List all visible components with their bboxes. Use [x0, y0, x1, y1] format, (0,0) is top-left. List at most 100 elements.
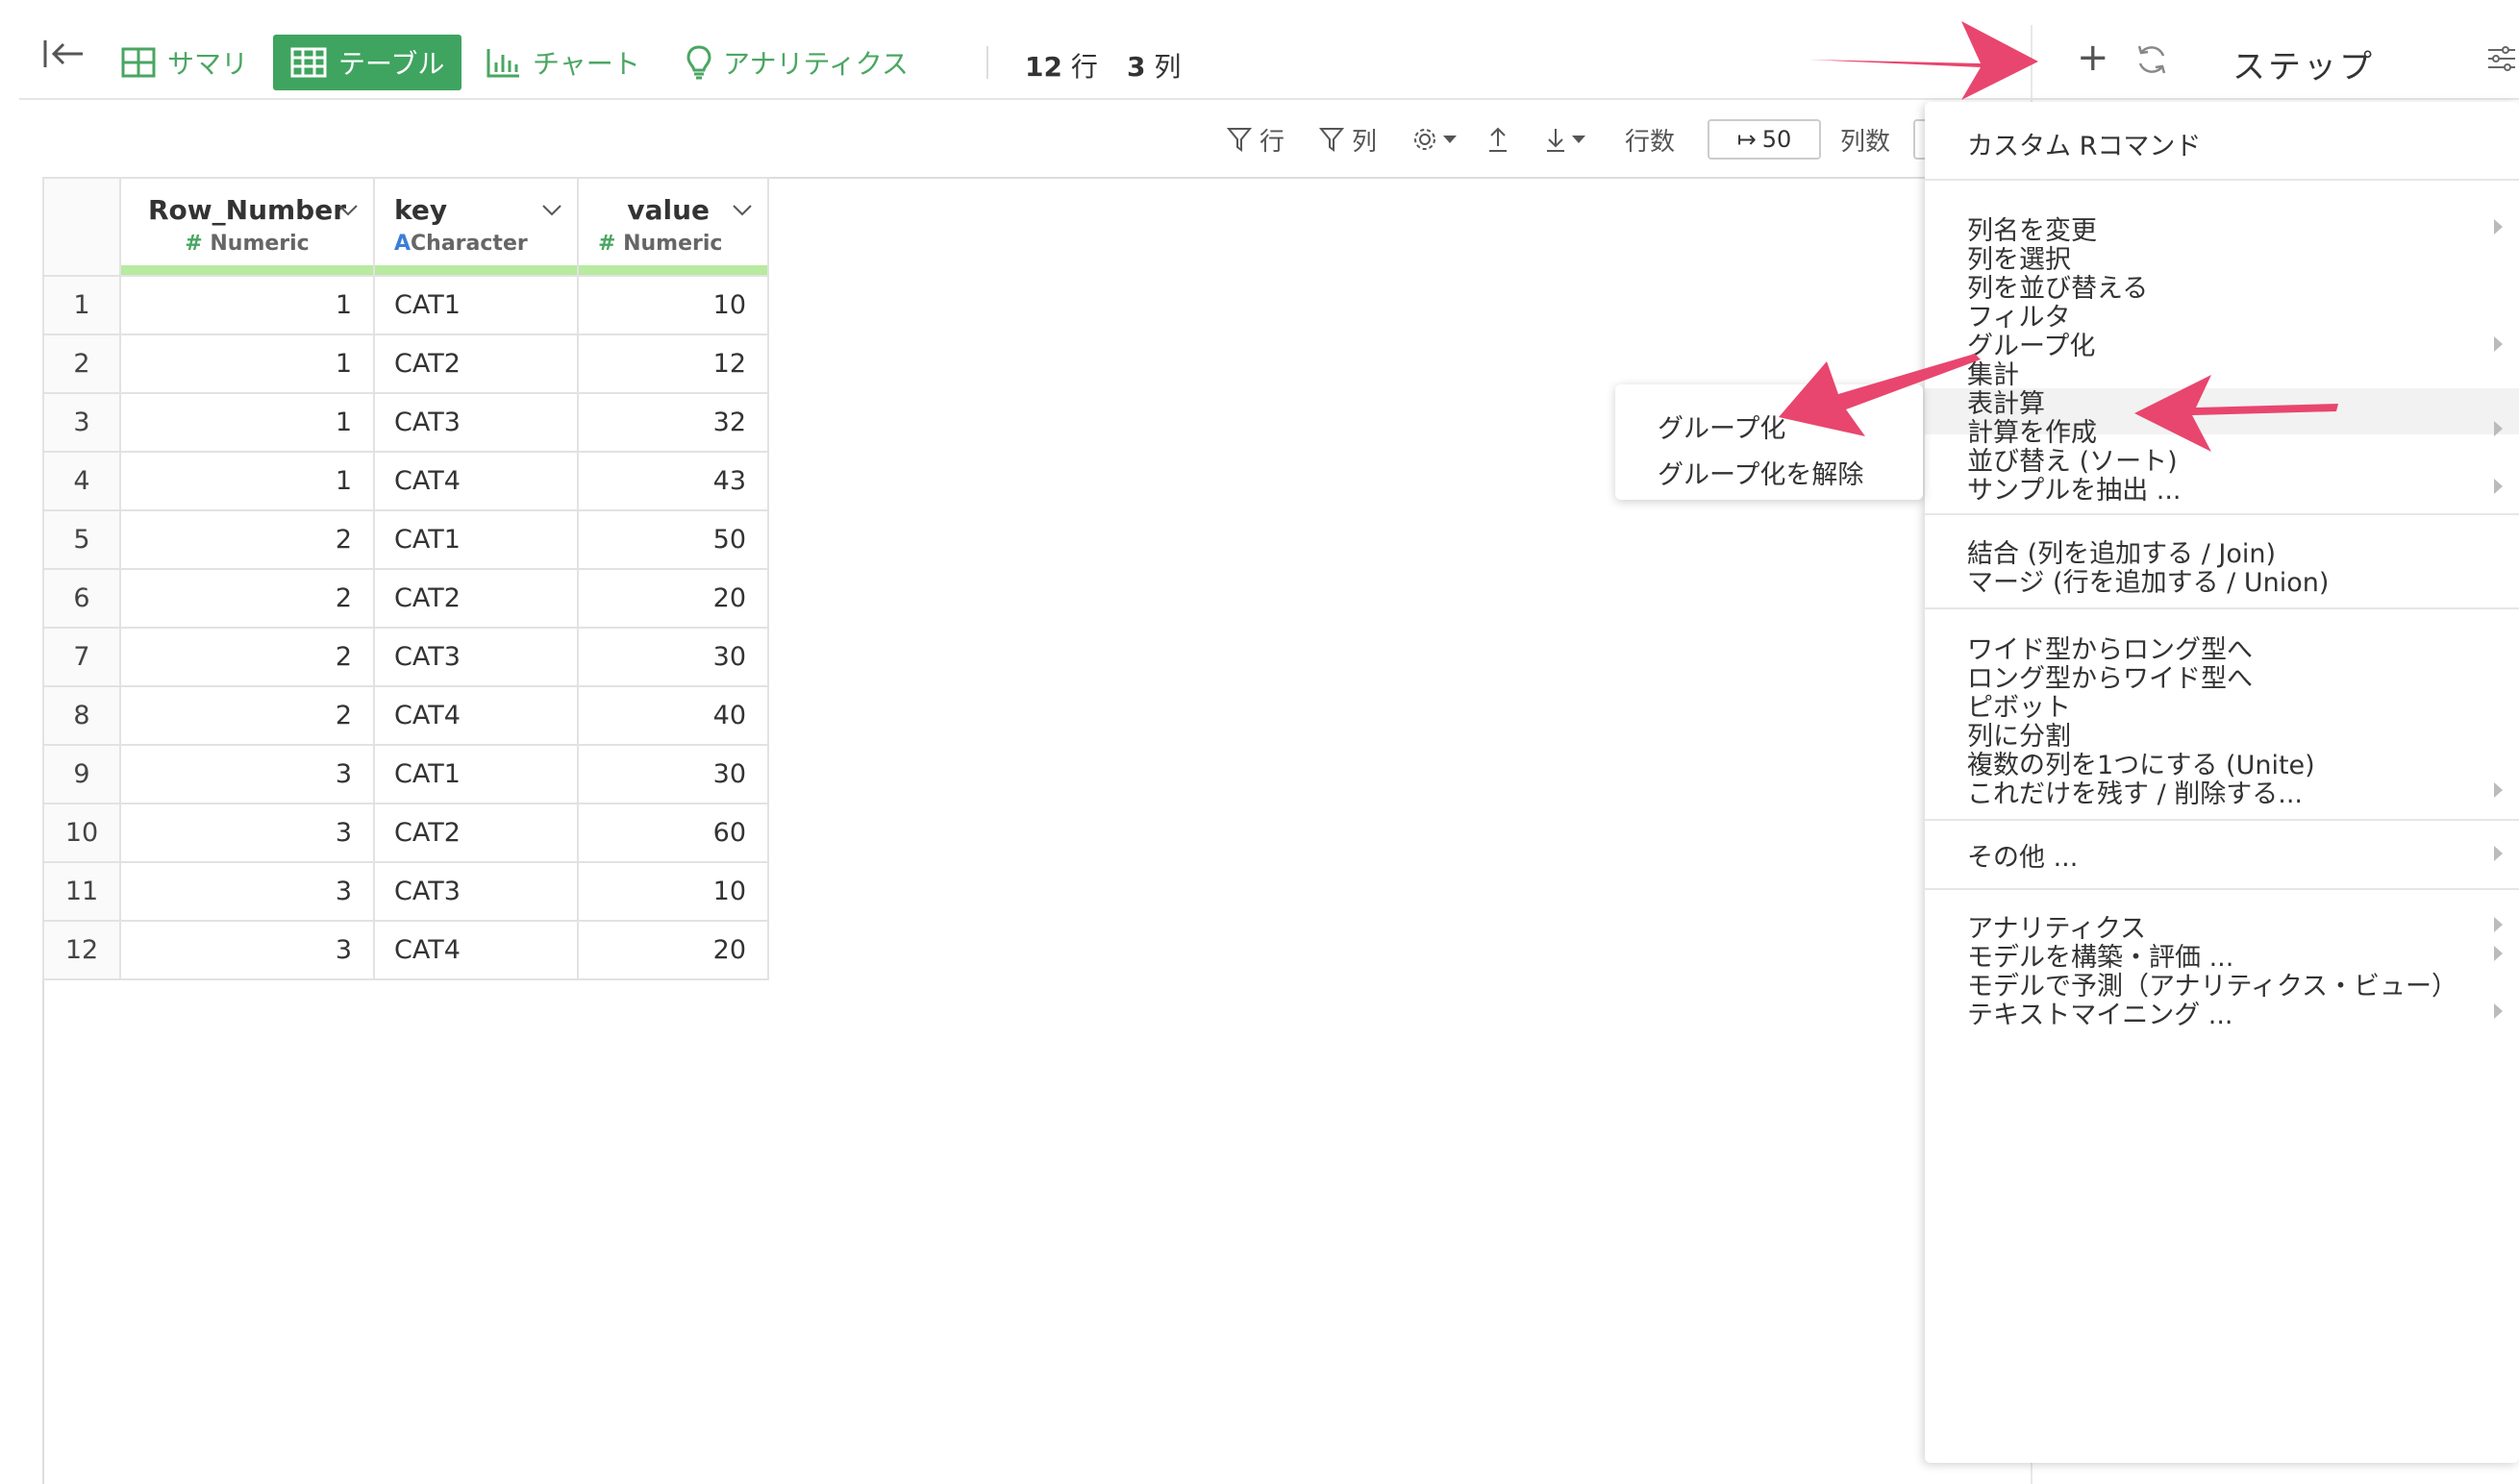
row-index: 5 — [42, 509, 121, 570]
cell-key[interactable]: CAT4 — [373, 685, 579, 746]
cell-key[interactable]: CAT2 — [373, 803, 579, 863]
settings-sliders-icon[interactable] — [2486, 44, 2517, 73]
submenu-arrow-icon — [2494, 479, 2503, 494]
download-dropdown-button[interactable] — [1544, 119, 1586, 160]
cell-value[interactable]: 12 — [577, 334, 769, 394]
cell-row-number[interactable]: 1 — [119, 275, 375, 335]
table-row: 4 1 CAT4 43 — [42, 451, 769, 511]
menu-item-text-mining[interactable]: テキストマイニング ... — [1967, 994, 2233, 1031]
cell-row-number[interactable]: 3 — [119, 803, 375, 863]
cell-row-number[interactable]: 1 — [119, 392, 375, 453]
export-up-button[interactable] — [1486, 119, 1509, 160]
tab-label: アナリティクス — [723, 48, 909, 80]
table-row: 11 3 CAT3 10 — [42, 861, 769, 922]
cell-key[interactable]: CAT3 — [373, 392, 579, 453]
chevron-down-icon[interactable] — [540, 202, 563, 219]
cell-row-number[interactable]: 3 — [119, 861, 375, 922]
cell-row-number[interactable]: 3 — [119, 920, 375, 980]
cell-value[interactable]: 50 — [577, 509, 769, 570]
cell-key[interactable]: CAT1 — [373, 275, 579, 335]
cell-key[interactable]: CAT1 — [373, 744, 579, 804]
cell-value[interactable]: 20 — [577, 568, 769, 629]
cell-key[interactable]: CAT2 — [373, 334, 579, 394]
bar-chart-icon — [486, 47, 521, 78]
cell-value[interactable]: 40 — [577, 685, 769, 746]
row-index: 4 — [42, 451, 121, 511]
tab-analytics[interactable]: アナリティクス — [686, 35, 909, 90]
table-row: 1 1 CAT1 10 — [42, 275, 769, 335]
grid-icon — [121, 47, 156, 78]
submenu-arrow-icon — [2494, 1003, 2503, 1019]
column-header-row-number[interactable]: Row_Number # Numeric — [119, 177, 375, 277]
tab-summary[interactable]: サマリ — [121, 35, 248, 90]
menu-divider — [1925, 819, 2519, 821]
row-index: 8 — [42, 685, 121, 746]
cell-value[interactable]: 20 — [577, 920, 769, 980]
steps-title: ステップ — [2232, 48, 2375, 87]
cell-key[interactable]: CAT3 — [373, 861, 579, 922]
caret-down-icon — [1443, 136, 1457, 143]
menu-item-custom-r-command[interactable]: カスタム Rコマンド — [1967, 125, 2201, 162]
column-header-key[interactable]: key ACharacter — [373, 177, 579, 277]
cell-key[interactable]: CAT3 — [373, 627, 579, 687]
tab-table[interactable]: テーブル — [273, 35, 462, 90]
chevron-down-icon[interactable] — [731, 202, 754, 219]
row-index: 1 — [42, 275, 121, 335]
menu-item-other[interactable]: その他 ... — [1967, 836, 2078, 874]
collapse-panel-icon[interactable] — [42, 38, 85, 69]
cell-key[interactable]: CAT2 — [373, 568, 579, 629]
cell-row-number[interactable]: 2 — [119, 627, 375, 687]
cell-value[interactable]: 30 — [577, 627, 769, 687]
submenu-arrow-icon — [2494, 421, 2503, 436]
filter-rows-button[interactable]: 行 — [1227, 119, 1284, 160]
cell-row-number[interactable]: 2 — [119, 509, 375, 570]
menu-divider — [1925, 513, 2519, 515]
group-by-submenu: グループ化 グループ化を解除 — [1615, 384, 1923, 500]
header-row: Row_Number # Numeric key ACharacter valu… — [42, 177, 769, 277]
menu-item-keep-remove[interactable]: これだけを残す / 削除する... — [1967, 773, 2303, 810]
row-index: 9 — [42, 744, 121, 804]
cell-key[interactable]: CAT4 — [373, 451, 579, 511]
top-toolbar: サマリ テーブル チャート アナリティクス 12 行 3 列 + ステップ — [19, 0, 2519, 100]
row-index: 12 — [42, 920, 121, 980]
cell-value[interactable]: 32 — [577, 392, 769, 453]
menu-item-union[interactable]: マージ (行を追加する / Union) — [1967, 561, 2329, 599]
index-header — [42, 177, 121, 277]
menu-divider — [1925, 179, 2519, 181]
cell-row-number[interactable]: 2 — [119, 568, 375, 629]
cell-row-number[interactable]: 3 — [119, 744, 375, 804]
cell-row-number[interactable]: 1 — [119, 334, 375, 394]
submenu-arrow-icon — [2494, 336, 2503, 352]
add-step-button[interactable]: + — [2077, 38, 2109, 77]
submenu-arrow-icon — [2494, 219, 2503, 235]
cell-value[interactable]: 10 — [577, 861, 769, 922]
data-table: Row_Number # Numeric key ACharacter valu… — [42, 177, 769, 980]
caret-down-icon — [1572, 136, 1585, 143]
cell-value[interactable]: 30 — [577, 744, 769, 804]
lightbulb-icon — [686, 45, 711, 80]
tab-chart[interactable]: チャート — [486, 35, 640, 90]
cell-row-number[interactable]: 2 — [119, 685, 375, 746]
cell-key[interactable]: CAT1 — [373, 509, 579, 570]
cell-value[interactable]: 43 — [577, 451, 769, 511]
submenu-arrow-icon — [2494, 846, 2503, 861]
gear-dropdown-button[interactable] — [1411, 119, 1458, 160]
column-header-value[interactable]: value # Numeric — [577, 177, 769, 277]
submenu-arrow-icon — [2494, 917, 2503, 932]
menu-item-sample[interactable]: サンプルを抽出 ... — [1967, 469, 2182, 507]
rows-per-page-input[interactable]: ↦ 50 — [1708, 119, 1821, 160]
chevron-down-icon[interactable] — [337, 202, 360, 219]
refresh-icon[interactable] — [2134, 42, 2169, 77]
add-step-menu: カスタム Rコマンド 列名を変更 列を選択 列を並び替える フィルタ グループ化… — [1925, 102, 2519, 1463]
submenu-item-group-by[interactable]: グループ化 — [1658, 408, 1785, 445]
cell-value[interactable]: 10 — [577, 275, 769, 335]
column-quality-bar — [579, 265, 767, 275]
column-count: 3 列 — [1127, 51, 1182, 83]
table-row: 8 2 CAT4 40 — [42, 685, 769, 746]
submenu-item-ungroup[interactable]: グループ化を解除 — [1658, 454, 1863, 491]
cell-key[interactable]: CAT4 — [373, 920, 579, 980]
cell-value[interactable]: 60 — [577, 803, 769, 863]
arrow-to-icon: ↦ — [1736, 126, 1757, 153]
filter-cols-button[interactable]: 列 — [1319, 119, 1377, 160]
cell-row-number[interactable]: 1 — [119, 451, 375, 511]
